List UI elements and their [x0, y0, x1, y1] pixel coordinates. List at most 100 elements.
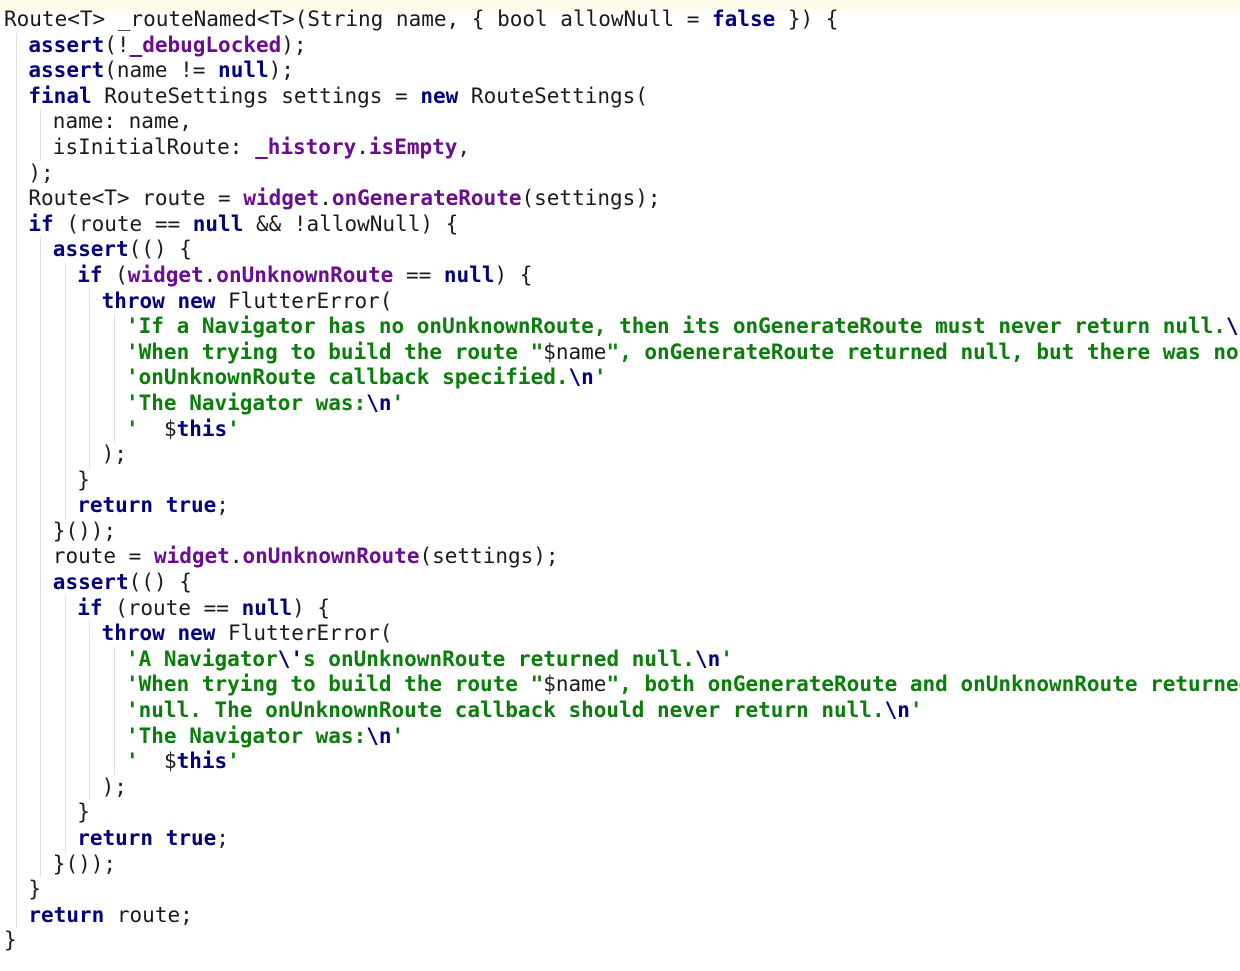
code-line[interactable]: 'When trying to build the route "$name",…	[0, 672, 1240, 699]
indent-guide	[16, 390, 17, 417]
code-line[interactable]: 'When trying to build the route "$name",…	[0, 339, 1240, 366]
code-line[interactable]: if (route == null && !allowNull) {	[0, 211, 1240, 238]
code-line-text: final RouteSettings settings = new Route…	[28, 84, 648, 110]
indent-guide	[40, 467, 42, 494]
token-plain: .	[203, 262, 217, 287]
token-fn: onUnknownRoute	[242, 544, 420, 569]
code-line[interactable]: throw new FlutterError(	[0, 288, 1240, 315]
indent-guide	[16, 518, 17, 545]
indent-guide	[16, 160, 17, 187]
code-line-text: assert(!_debugLocked);	[28, 33, 306, 59]
code-line-text: throw new FlutterError(	[102, 289, 393, 315]
indent-guide	[16, 83, 17, 110]
code-line[interactable]: Route<T> route = widget.onGenerateRoute(…	[0, 186, 1240, 212]
code-line[interactable]: return true;	[0, 493, 1240, 519]
code-line[interactable]: 'The Navigator was:\n'	[0, 723, 1240, 750]
code-line[interactable]: ' $this'	[0, 416, 1240, 443]
code-line[interactable]: 'null. The onUnknownRoute callback shoul…	[0, 698, 1240, 724]
token-plain: FlutterError(	[215, 621, 393, 646]
code-line[interactable]: );	[0, 774, 1240, 801]
code-line[interactable]: 'If a Navigator has no onUnknownRoute, t…	[0, 314, 1240, 340]
code-line[interactable]: isInitialRoute: _history.isEmpty,	[0, 134, 1240, 161]
token-kw: return	[28, 902, 105, 927]
code-line[interactable]: 'onUnknownRoute callback specified.\n'	[0, 365, 1240, 391]
indent-guide	[40, 493, 42, 519]
token-esc: \n	[366, 390, 392, 415]
token-str: '	[126, 416, 164, 441]
code-editor[interactable]: Route<T> _routeNamed<T>(String name, { b…	[0, 7, 1240, 971]
indent-guide	[113, 723, 115, 750]
code-line[interactable]: if (widget.onUnknownRoute == null) {	[0, 262, 1240, 289]
code-line[interactable]: );	[0, 160, 1240, 187]
code-line[interactable]: route = widget.onUnknownRoute(settings);	[0, 544, 1240, 571]
indent-guide	[89, 288, 91, 315]
indent-guide	[16, 621, 17, 647]
indent-guide	[16, 288, 17, 315]
token-kw: null	[192, 211, 244, 236]
code-line-text: isInitialRoute: _history.isEmpty,	[53, 135, 470, 161]
code-line[interactable]: 'A Navigator\'s onUnknownRoute returned …	[0, 646, 1240, 673]
indent-guide	[16, 365, 17, 391]
indent-guide	[64, 698, 66, 724]
code-line[interactable]: }());	[0, 851, 1240, 878]
code-line[interactable]: assert(!_debugLocked);	[0, 32, 1240, 59]
code-line[interactable]: return route;	[0, 902, 1240, 929]
code-line[interactable]: }());	[0, 518, 1240, 545]
token-plain: );	[101, 774, 127, 799]
code-line[interactable]: }	[0, 467, 1240, 494]
code-line-text: route = widget.onUnknownRoute(settings);	[53, 544, 559, 570]
indent-guide	[113, 672, 115, 699]
code-line[interactable]: 'The Navigator was:\n'	[0, 390, 1240, 417]
indent-guide	[16, 416, 17, 443]
token-fn: widget	[243, 186, 320, 211]
code-line[interactable]: assert(name != null);	[0, 58, 1240, 84]
code-line[interactable]: }	[0, 928, 1240, 954]
token-str: '	[391, 723, 405, 748]
token-kw: return true	[77, 826, 217, 850]
code-line[interactable]: name: name,	[0, 109, 1240, 135]
indent-guide	[40, 416, 42, 443]
token-str: ", onGenerateRoute returned null, but th…	[606, 339, 1240, 364]
token-plain: (route ==	[53, 211, 193, 236]
code-line[interactable]: }	[0, 800, 1240, 826]
code-line[interactable]: );	[0, 442, 1240, 468]
code-line[interactable]: }	[0, 877, 1240, 903]
token-plain: route =	[52, 544, 154, 569]
code-line[interactable]: return true;	[0, 826, 1240, 852]
token-plain: (route ==	[102, 595, 242, 620]
token-fn: widget	[153, 544, 230, 569]
indent-guide	[89, 365, 91, 391]
indent-guide	[113, 314, 115, 340]
token-plain: ) {	[494, 262, 533, 287]
indent-guide	[16, 32, 17, 59]
token-plain: ;	[216, 826, 229, 850]
indent-guide	[40, 646, 42, 673]
token-plain: .	[229, 544, 243, 569]
token-str: 'null. The onUnknownRoute callback shoul…	[126, 698, 885, 723]
code-line[interactable]: throw new FlutterError(	[0, 621, 1240, 647]
code-line-text: if (route == null) {	[77, 596, 330, 622]
token-str: '	[593, 365, 607, 390]
token-plain: }	[4, 928, 17, 953]
indent-guide	[64, 365, 66, 391]
code-line[interactable]: assert(() {	[0, 570, 1240, 596]
code-line[interactable]: assert(() {	[0, 237, 1240, 263]
token-kw: assert	[52, 570, 129, 595]
code-line[interactable]: ' $this'	[0, 749, 1240, 775]
code-line[interactable]: Route<T> _routeNamed<T>(String name, { b…	[0, 7, 1240, 33]
code-line[interactable]: final RouteSettings settings = new Route…	[0, 83, 1240, 110]
token-plain: ;	[216, 493, 229, 518]
indent-guide	[89, 339, 91, 366]
indent-guide	[64, 339, 66, 366]
code-line-text: );	[28, 161, 53, 187]
indent-guide	[16, 262, 17, 289]
code-line-text: name: name,	[53, 109, 192, 135]
code-line[interactable]: if (route == null) {	[0, 595, 1240, 622]
indent-guide	[40, 698, 42, 724]
token-kw: null	[443, 262, 495, 287]
indent-guide	[89, 314, 91, 340]
token-plain: }) {	[775, 7, 839, 31]
token-plain: (name !=	[104, 58, 219, 83]
token-esc: \n	[1225, 314, 1240, 339]
indent-guide	[64, 774, 66, 801]
